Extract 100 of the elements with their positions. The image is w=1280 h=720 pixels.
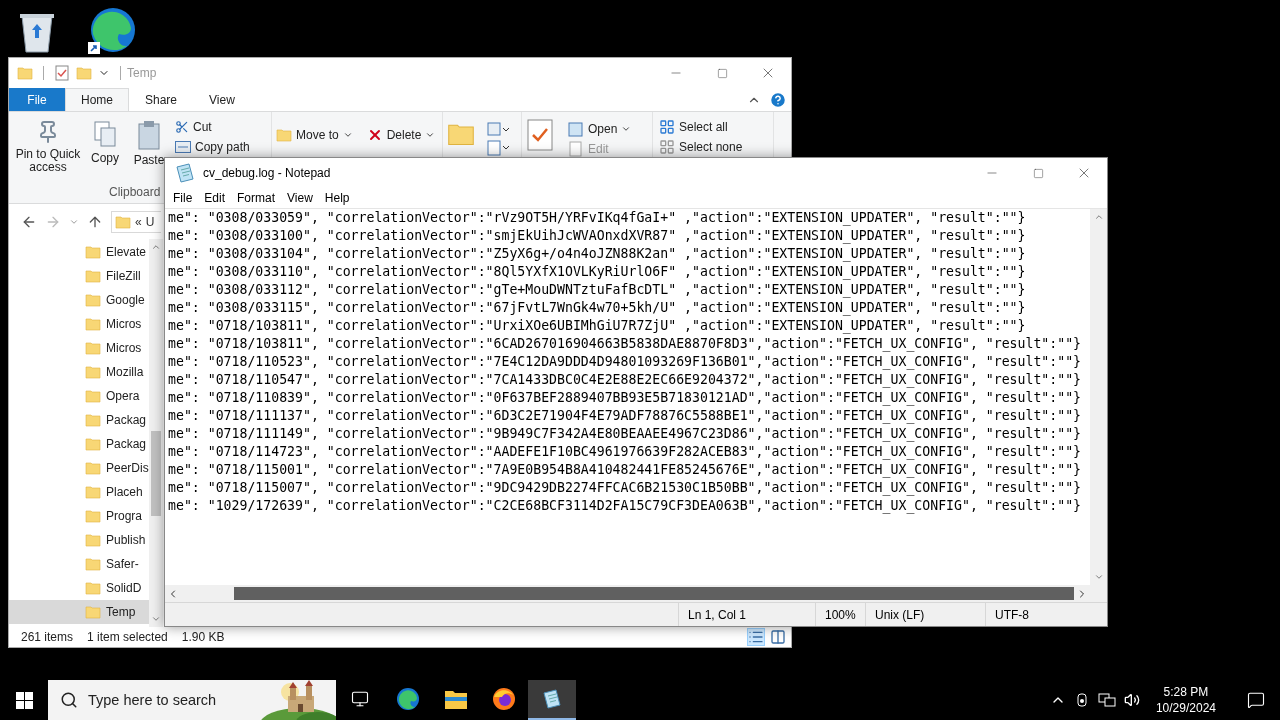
search-bar[interactable]: Type here to search	[48, 680, 336, 720]
scroll-up-icon[interactable]	[1093, 212, 1104, 222]
address-crumb[interactable]: U	[145, 214, 155, 229]
folder-icon	[85, 532, 101, 548]
folder-icon	[85, 388, 101, 404]
columns-icon	[770, 629, 786, 645]
scroll-up-icon[interactable]	[151, 242, 161, 252]
scroll-down-icon[interactable]	[1093, 572, 1104, 582]
copy-path-button[interactable]: Copy path	[175, 138, 250, 156]
move-to-button[interactable]: Move to	[276, 126, 353, 144]
status-field: UTF-8	[985, 603, 1107, 626]
caret-icon	[621, 124, 632, 134]
menu-item[interactable]: View	[281, 191, 319, 205]
window-title: Temp	[126, 66, 157, 80]
folder-icon	[85, 316, 101, 332]
properties-icon[interactable]	[54, 65, 70, 81]
open-button[interactable]: Open	[568, 120, 632, 138]
scrollbar-thumb[interactable]	[233, 587, 1074, 600]
search-input[interactable]: Type here to search	[86, 691, 252, 709]
group-label: Clipboard	[109, 185, 161, 201]
folder-icon	[85, 580, 101, 596]
caret-icon	[425, 130, 436, 140]
ribbon-tab[interactable]: Share	[129, 88, 194, 111]
folder-icon	[85, 604, 101, 620]
text-line: me": "0718/111137", "correlationVector":"6D3C2E71904F4E79ADF78876C5588BE1","action":"FETCH_UX_CONFIG", "result":""}	[168, 407, 1083, 425]
nav-item[interactable]: Opera	[9, 384, 149, 408]
address-bar[interactable]: « U	[111, 210, 161, 233]
folder-icon	[85, 412, 101, 428]
task-view-icon	[351, 690, 369, 708]
nav-item[interactable]: PeerDis	[9, 456, 149, 480]
ribbon-tab[interactable]: View	[193, 88, 251, 111]
select-all-button[interactable]: Select all	[659, 118, 728, 136]
delete-button[interactable]: Delete	[366, 126, 436, 144]
details-view-button[interactable]	[747, 628, 765, 646]
scrollbar-thumb[interactable]	[151, 431, 161, 516]
nav-item[interactable]: Mozilla	[9, 360, 149, 384]
edge-shortcut-icon[interactable]	[88, 6, 136, 56]
caret-icon	[342, 130, 353, 140]
volume-icon[interactable]	[1123, 692, 1140, 708]
folder-icon	[85, 340, 101, 356]
notifications-icon	[1247, 691, 1265, 709]
edge-icon	[396, 687, 420, 711]
scrollbar[interactable]	[1090, 209, 1107, 585]
copy-button[interactable]: Copy	[87, 116, 123, 185]
nav-item[interactable]: Elevate	[9, 240, 149, 264]
nav-item[interactable]: Google	[9, 288, 149, 312]
text-line: me": "0718/110523", "correlationVector":"7E4C12DA9DDD4D94801093269F136B01","action":"FETCH_UX_CONFIG", "result":""}	[168, 353, 1083, 371]
scroll-down-icon[interactable]	[151, 614, 161, 624]
select-none-button[interactable]: Select none	[659, 138, 743, 156]
nav-item[interactable]: SolidD	[9, 576, 149, 600]
text-line: me": "0718/115007", "correlationVector":"9DC9429DB2274FFCAC6B21530C1B50BB","action":"FETCH_UX_CONFIG", "result":""}	[168, 479, 1083, 497]
taskbar-app[interactable]	[528, 680, 576, 720]
menu-item[interactable]: Edit	[198, 191, 232, 205]
nav-item[interactable]: FileZill	[9, 264, 149, 288]
help-icon[interactable]	[769, 90, 787, 109]
file-tab[interactable]: File	[9, 88, 65, 111]
open-icon	[568, 121, 584, 137]
menu-item[interactable]: Format	[231, 191, 282, 205]
nav-item[interactable]: Micros	[9, 312, 149, 336]
menu-item[interactable]: File	[167, 191, 199, 205]
cut-button[interactable]: Cut	[175, 118, 212, 136]
scissors-icon	[175, 120, 189, 134]
folder-icon	[276, 127, 292, 143]
easy-access-icon[interactable]	[487, 140, 509, 156]
nav-item[interactable]: Progra	[9, 504, 149, 528]
paste-button[interactable]: Paste	[127, 116, 171, 185]
nav-item[interactable]: Placeh	[9, 480, 149, 504]
nav-item[interactable]: Packag	[9, 408, 149, 432]
pin-to-quick-access-button[interactable]: Pin to Quick access	[13, 116, 83, 185]
nav-item[interactable]: Packag	[9, 432, 149, 456]
window-title: cv_debug.log - Notepad	[202, 166, 331, 180]
scrollbar[interactable]	[149, 239, 163, 627]
item-count: 261 items	[21, 630, 74, 644]
folder-icon	[85, 484, 101, 500]
text-line: me": "0308/033115", "correlationVector":"67jFvtL7WnGk4w70+5kh/U" ,"action":"EXTENSION_UPDATER", "result":""}	[168, 299, 1027, 317]
selection-size: 1.90 KB	[181, 630, 225, 644]
clock[interactable]: 5:28 PM 10/29/2024	[1147, 684, 1224, 716]
nav-item[interactable]: Micros	[9, 336, 149, 360]
menu-item[interactable]: Help	[318, 191, 356, 205]
firefox-icon	[492, 687, 516, 711]
clipboard-icon	[137, 120, 161, 150]
notepad-icon	[173, 161, 197, 185]
new-item-icon[interactable]	[487, 122, 509, 138]
folder-icon	[115, 213, 131, 230]
network-icon[interactable]	[1097, 692, 1116, 708]
ribbon-tab[interactable]: Home	[65, 88, 129, 111]
maximize-icon	[1032, 167, 1044, 179]
address-overflow[interactable]: «	[135, 214, 142, 229]
folder-icon	[85, 268, 101, 284]
properties-icon[interactable]	[526, 118, 554, 152]
status-field: 100%	[815, 603, 865, 626]
windows-logo-icon	[15, 691, 33, 709]
nav-item[interactable]: Temp	[9, 600, 149, 624]
text-line: me": "0308/033100", "correlationVector":"smjEkUihJcWVAOnxdXVR87" ,"action":"EXTENSION_UPDATER", "result":""}	[168, 227, 1027, 245]
folder-icon	[85, 556, 101, 572]
nav-item[interactable]: Publish	[9, 528, 149, 552]
list-icon	[748, 629, 764, 645]
nav-item[interactable]: Safer-	[9, 552, 149, 576]
text-line: me": "0718/114723", "correlationVector":"AADEFE1F10BC4961976639F282ACEB83","action":"FETCH_UX_CONFIG", "result":""}	[168, 443, 1083, 461]
large-icons-view-button[interactable]	[769, 628, 787, 646]
